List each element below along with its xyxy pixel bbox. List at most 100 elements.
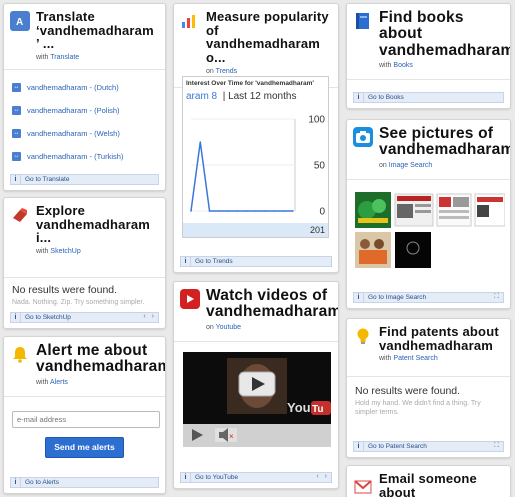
svg-text:A: A [16, 17, 23, 28]
sketchup-card: Explore vandhemadharam i... with SketchU… [3, 197, 166, 329]
goto-alerts-bar[interactable]: i Go to Alerts [10, 477, 159, 488]
chart-caption: Interest Over Time for 'vandhemadharam' [186, 80, 314, 87]
y-tick-label: 50 [314, 161, 326, 172]
data-point [199, 141, 202, 143]
youtube-card: Watch videos of vandhemadharam on Youtub… [173, 281, 339, 489]
goto-trends-bar[interactable]: i Go to Trends [180, 256, 332, 267]
trends-title[interactable]: Measure popularity of vandhemadharam o..… [206, 10, 332, 65]
thumbnail[interactable] [394, 193, 434, 227]
list-item[interactable]: ↔ vandhemadharam - (Polish) [12, 99, 157, 122]
translate-icon: A [10, 11, 30, 31]
goto-youtube-bar[interactable]: i Go to YouTube ‹ › [180, 472, 332, 483]
no-results-sub: Hold my hand. We didn't find a thing. Tr… [355, 400, 481, 417]
info-icon[interactable]: i [11, 175, 21, 184]
gmail-icon [353, 477, 373, 497]
expand-icon[interactable]: ⛶ [494, 442, 501, 450]
svg-text:You: You [287, 400, 311, 415]
thumbnail[interactable] [395, 232, 431, 268]
books-link[interactable]: Books [393, 62, 412, 69]
svg-text:×: × [229, 432, 234, 441]
info-icon[interactable]: i [11, 478, 21, 487]
data-point [255, 210, 257, 212]
patents-card: Find patents about vandhemadharam with P… [346, 318, 511, 458]
video-player[interactable]: You Tu × [183, 352, 331, 447]
goto-translate-bar[interactable]: i Go to Translate [10, 174, 159, 185]
translate-link[interactable]: Translate [50, 54, 79, 61]
data-point [273, 210, 276, 212]
data-point [282, 210, 285, 212]
info-icon[interactable]: i [354, 293, 364, 302]
data-point [264, 210, 266, 212]
goto-image-search-bar[interactable]: i Go to Image Search ⛶ [353, 292, 504, 303]
youtube-icon [180, 289, 200, 309]
series-line [190, 141, 293, 212]
info-icon[interactable]: i [354, 93, 364, 102]
bell-icon [10, 344, 30, 364]
thumbnail[interactable] [474, 193, 506, 227]
data-point [218, 210, 220, 212]
data-point [245, 210, 248, 212]
data-point [227, 210, 229, 212]
pager-arrows-icon[interactable]: ‹ › [143, 313, 156, 320]
trends-card: Measure popularity of vandhemadharam o..… [173, 3, 339, 273]
trend-line-chart: 100 50 0 [190, 115, 326, 218]
patents-title: Find patents about vandhemadharam [379, 324, 499, 353]
translate-mini-icon: ↔ [12, 151, 21, 161]
thumbnail[interactable] [355, 232, 391, 268]
no-results-message: No results were found. [12, 283, 118, 296]
translate-mini-icon: ↔ [12, 82, 21, 92]
pager-arrows-icon[interactable]: ‹ › [316, 473, 329, 480]
translation-list: ↔ vandhemadharam - (Dutch) ↔ vandhemadhara… [4, 70, 165, 174]
images-card: See pictures of vandhemadharam on Image … [346, 119, 511, 309]
translate-card: A Translate ‘vandhemadharam ’ ... with T… [3, 3, 166, 191]
no-results-sub: Nada. Nothing. Zip. Try something simple… [12, 298, 145, 306]
with-label: with [36, 53, 49, 61]
sketchup-title[interactable]: Explore vandhemadharam i... [36, 204, 159, 245]
translate-mini-icon: ↔ [12, 105, 21, 115]
goto-patent-search-bar[interactable]: i Go to Patent Search ⛶ [353, 441, 504, 452]
send-alerts-button[interactable]: Send me alerts [45, 436, 124, 458]
info-icon[interactable]: i [11, 313, 21, 322]
list-item[interactable]: ↔ vandhemadharam - (Turkish) [12, 145, 157, 168]
email-field[interactable] [12, 410, 160, 428]
list-item[interactable]: ↔ vandhemadharam - (Dutch) [12, 76, 157, 99]
image-thumbnails [355, 192, 506, 292]
info-icon[interactable]: i [181, 473, 191, 482]
trends-link[interactable]: Trends [216, 68, 238, 75]
books-title: Find books about vandhemadharam [379, 9, 511, 59]
books-card: Find books about vandhemadharam with Boo… [346, 3, 511, 109]
chart-subtitle: aram 8 | Last 12 months [186, 91, 297, 102]
gmail-title: Email someone about vandhemadharam [379, 471, 477, 497]
chart-footer: 201 [183, 223, 328, 237]
images-title: See pictures of vandhemadharam [379, 125, 511, 159]
data-point [208, 210, 211, 212]
data-point [236, 210, 239, 212]
expand-icon[interactable]: ⛶ [494, 293, 501, 301]
youtube-link[interactable]: Youtube [216, 324, 241, 331]
info-icon[interactable]: i [354, 442, 364, 451]
alerts-link[interactable]: Alerts [50, 379, 68, 386]
gmail-card: Email someone about vandhemadharam [346, 465, 511, 497]
svg-text:Tu: Tu [312, 404, 323, 415]
goto-books-bar[interactable]: i Go to Books [353, 92, 504, 103]
sketchup-icon [10, 205, 30, 225]
alerts-card: Alert me about vandhemadharam with Alert… [3, 336, 166, 494]
trends-icon [180, 11, 200, 31]
image-search-link[interactable]: Image Search [389, 162, 433, 169]
sketchup-link[interactable]: SketchUp [50, 248, 80, 255]
lightbulb-icon [353, 326, 373, 346]
translate-title[interactable]: Translate ‘vandhemadharam ’ ... [36, 10, 159, 51]
data-point [190, 210, 192, 212]
y-tick-label: 100 [308, 115, 325, 126]
goto-sketchup-bar[interactable]: i Go to SketchUp ‹ › [10, 312, 159, 323]
y-tick-label: 0 [319, 207, 325, 218]
thumbnail[interactable] [355, 192, 391, 228]
thumbnail[interactable] [436, 193, 472, 227]
alerts-title: Alert me about vandhemadharam [36, 342, 166, 376]
youtube-title: Watch videos of vandhemadharam [206, 287, 339, 321]
list-item[interactable]: ↔ vandhemadharam - (Welsh) [12, 122, 157, 145]
info-icon[interactable]: i [181, 257, 191, 266]
patent-search-link[interactable]: Patent Search [393, 355, 437, 362]
trends-chart[interactable]: Interest Over Time for 'vandhemadharam' … [182, 76, 329, 238]
translate-mini-icon: ↔ [12, 128, 21, 138]
